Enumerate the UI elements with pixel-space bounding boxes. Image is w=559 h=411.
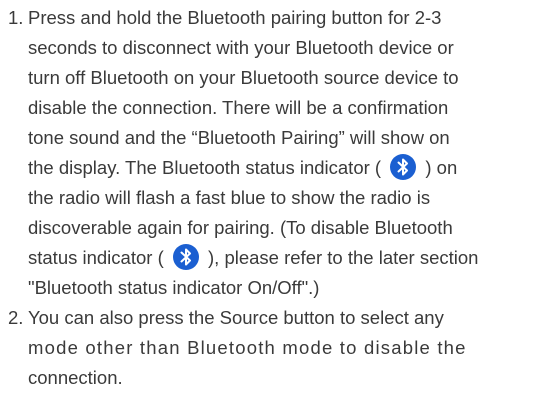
text-line: seconds to disconnect with your Bluetoot… [28,37,454,58]
text-line: Press and hold the Bluetooth pairing but… [28,7,442,28]
bluetooth-icon [389,153,417,181]
text-segment: ) on [425,157,458,178]
item-number: 1. [8,7,24,28]
text-line: discoverable again for pairing. (To disa… [28,217,453,238]
text-line-with-icon: status indicator ( ), please refer to th… [28,243,478,273]
text-line: tone sound and the “Bluetooth Pairing” w… [28,127,450,148]
text-line: connection. [28,367,123,388]
text-line: disable the connection. There will be a … [28,97,449,118]
text-line: the radio will flash a fast blue to show… [28,187,431,208]
text-line: turn off Bluetooth on your Bluetooth sou… [28,67,459,88]
text-line-with-icon: the display. The Bluetooth status indica… [28,153,457,183]
text-segment: the display. The Bluetooth status indica… [28,157,382,178]
text-line: "Bluetooth status indicator On/Off".) [28,277,320,298]
bluetooth-icon [172,243,200,271]
text-line: You can also press the Source button to … [28,307,444,328]
text-segment: status indicator ( [28,247,164,268]
text-line: mode other than Bluetooth mode to disabl… [28,337,467,358]
item-number: 2. [8,307,24,328]
text-segment: ), please refer to the later section [208,247,479,268]
